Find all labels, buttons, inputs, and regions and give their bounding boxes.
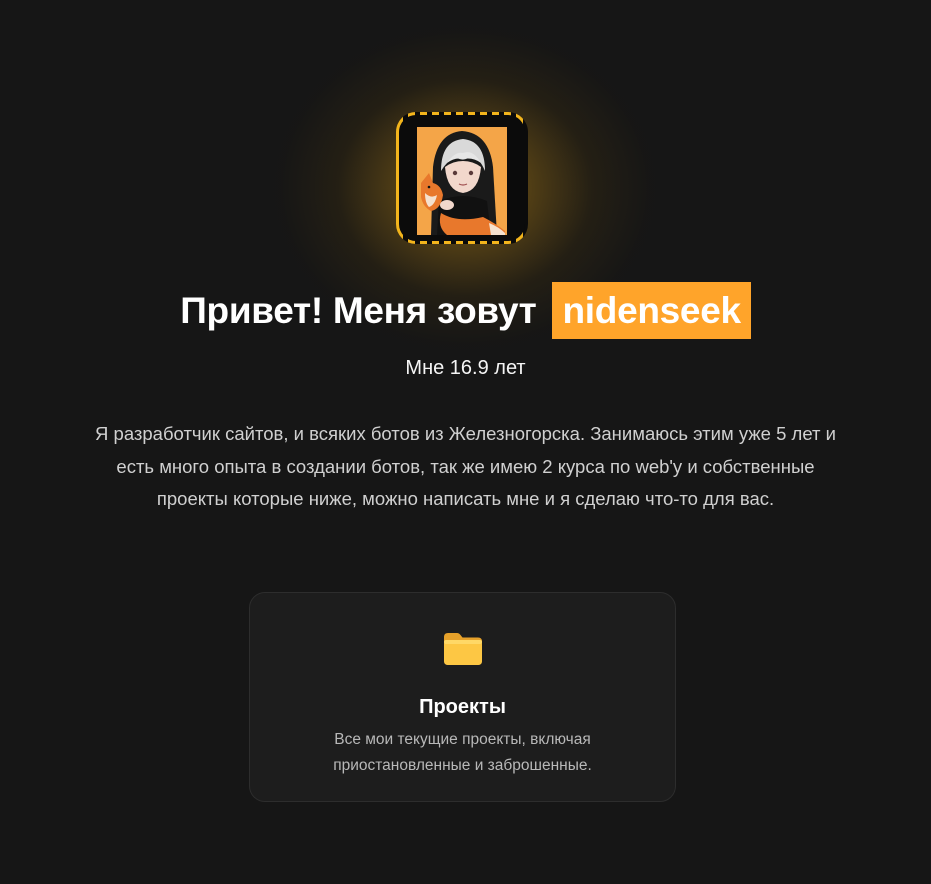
hero-age: Мне 16.9 лет	[405, 357, 526, 379]
avatar	[396, 112, 528, 244]
avatar-illustration	[417, 127, 507, 235]
avatar-character-image	[417, 127, 507, 235]
projects-card-description: Все мои текущие проекты, включая приоста…	[333, 731, 592, 774]
hero-name-highlight: nidenseek	[552, 282, 751, 339]
hero-title: Привет! Меня зовут nidenseek	[0, 278, 931, 344]
page: Привет! Меня зовут nidenseek Мне 16.9 ле…	[0, 0, 931, 884]
projects-card[interactable]: Проекты Все мои текущие проекты, включая…	[249, 592, 676, 802]
avatar-frame	[399, 115, 525, 241]
folder-icon	[442, 631, 484, 667]
hero-bio: Я разработчик сайтов, и всяких ботов из …	[95, 423, 836, 509]
projects-card-title: Проекты	[419, 696, 506, 718]
hero-greeting: Привет! Меня зовут	[180, 290, 537, 331]
